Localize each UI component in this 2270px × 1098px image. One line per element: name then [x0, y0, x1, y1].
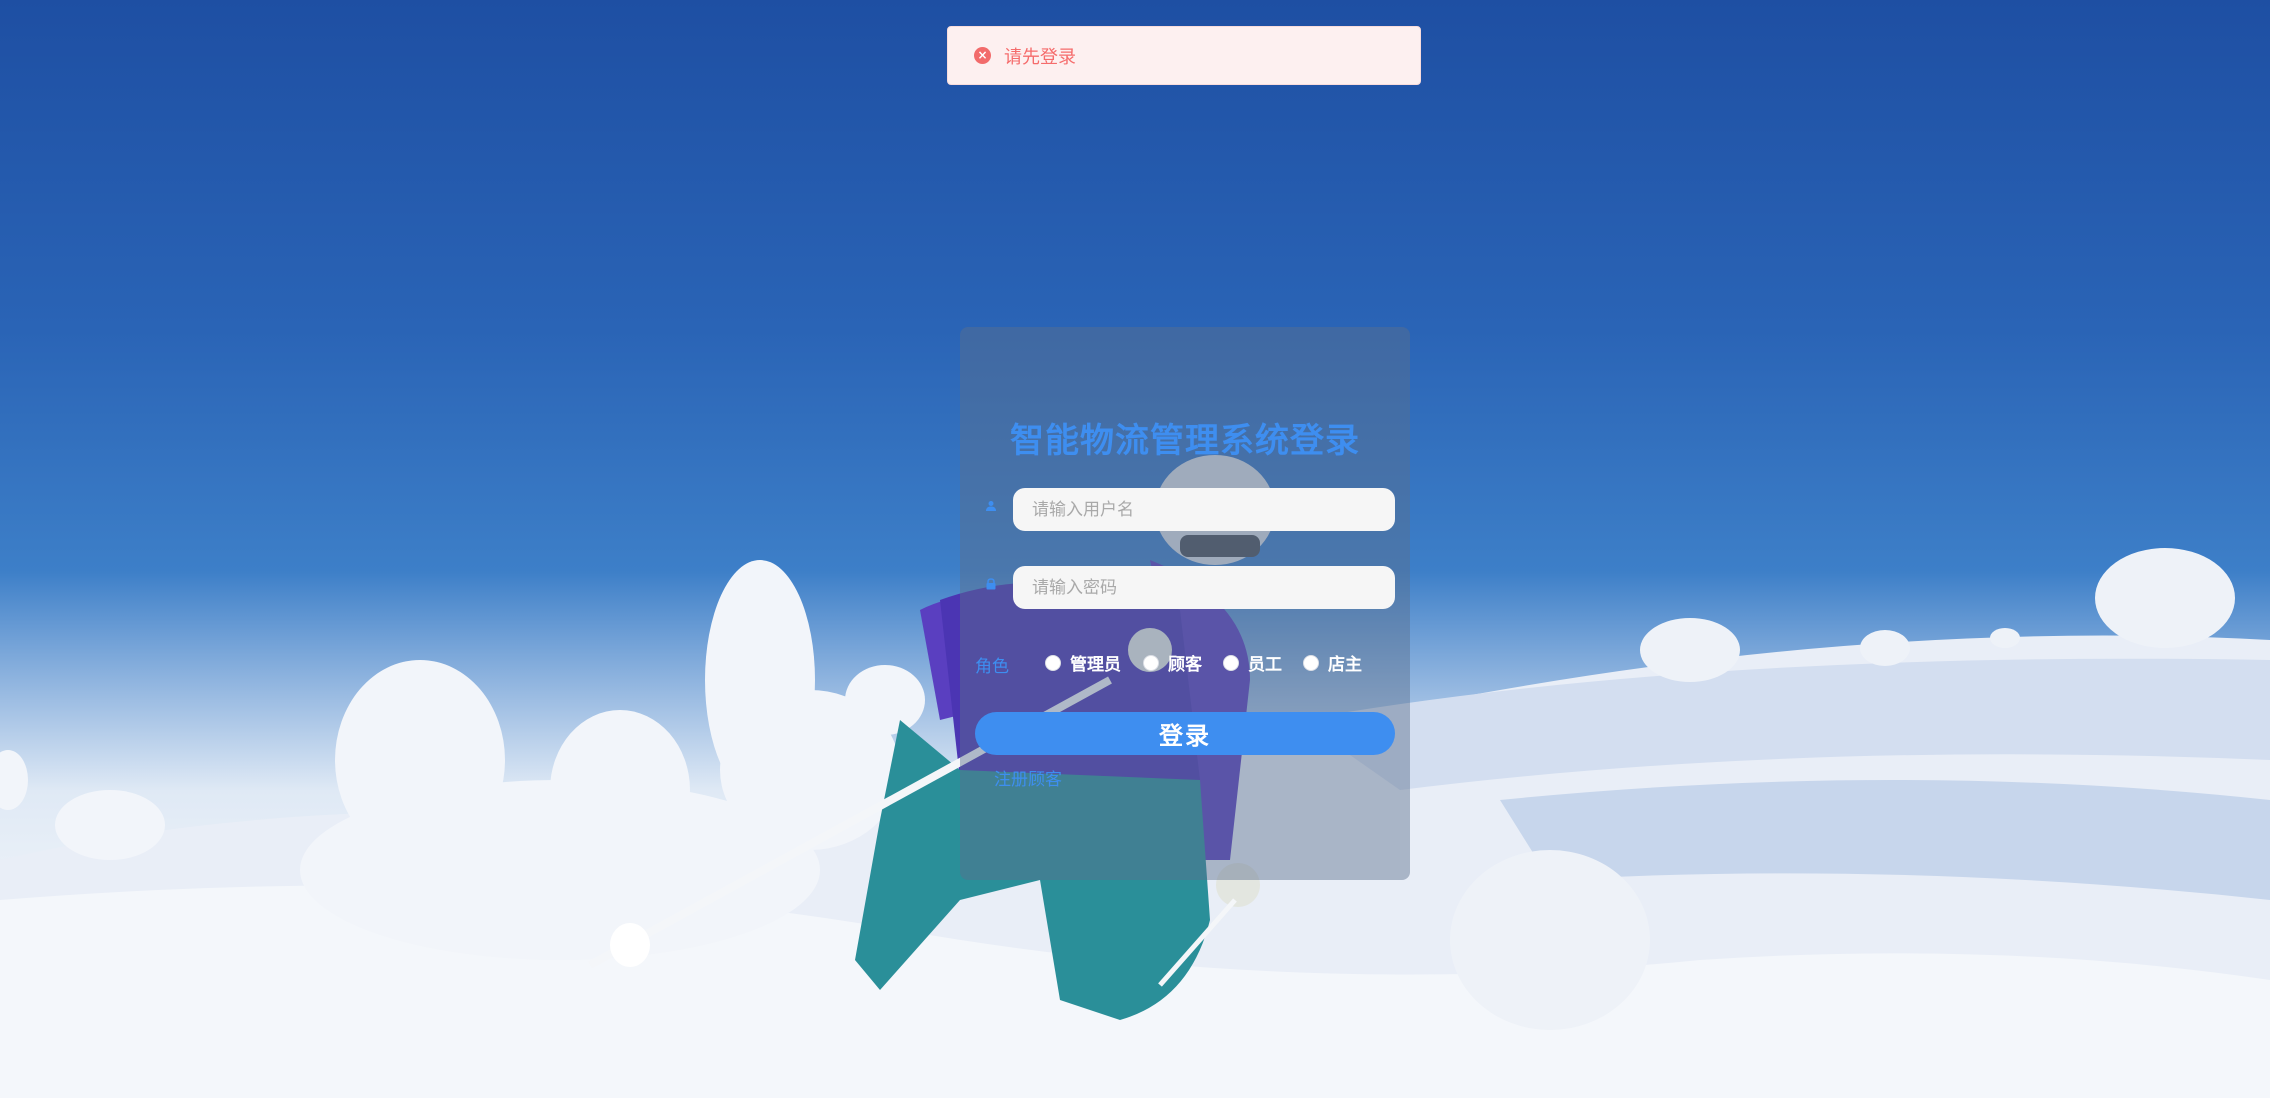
login-page: × 请先登录 智能物流管理系统登录 角色 管理员 顾客 员工: [0, 0, 2270, 1098]
login-panel: 智能物流管理系统登录 角色 管理员 顾客 员工 店主 登录 注册: [960, 327, 1410, 880]
role-option-customer[interactable]: 顾客: [1143, 650, 1202, 675]
role-option-owner[interactable]: 店主: [1303, 650, 1362, 675]
radio-button[interactable]: [1143, 654, 1159, 671]
role-option-label: 员工: [1248, 655, 1282, 675]
username-input[interactable]: [1013, 488, 1395, 531]
role-option-label: 管理员: [1070, 655, 1121, 675]
radio-button[interactable]: [1223, 654, 1239, 671]
password-input[interactable]: [1013, 566, 1395, 609]
toast-message: 请先登录: [1004, 46, 1076, 68]
error-circle-icon: ×: [974, 47, 991, 64]
radio-button[interactable]: [1303, 654, 1319, 671]
role-option-label: 店主: [1328, 655, 1362, 675]
radio-button[interactable]: [1045, 654, 1061, 671]
role-label: 角色: [975, 657, 1009, 677]
login-title: 智能物流管理系统登录: [1010, 421, 1360, 461]
lock-icon: [986, 578, 996, 590]
error-toast: × 请先登录: [947, 26, 1421, 85]
role-option-employee[interactable]: 员工: [1223, 650, 1282, 675]
role-option-label: 顾客: [1168, 655, 1202, 675]
login-button[interactable]: 登录: [975, 712, 1395, 755]
role-option-admin[interactable]: 管理员: [1045, 650, 1121, 675]
user-icon: [986, 501, 996, 511]
register-customer-link[interactable]: 注册顾客: [994, 765, 1062, 790]
